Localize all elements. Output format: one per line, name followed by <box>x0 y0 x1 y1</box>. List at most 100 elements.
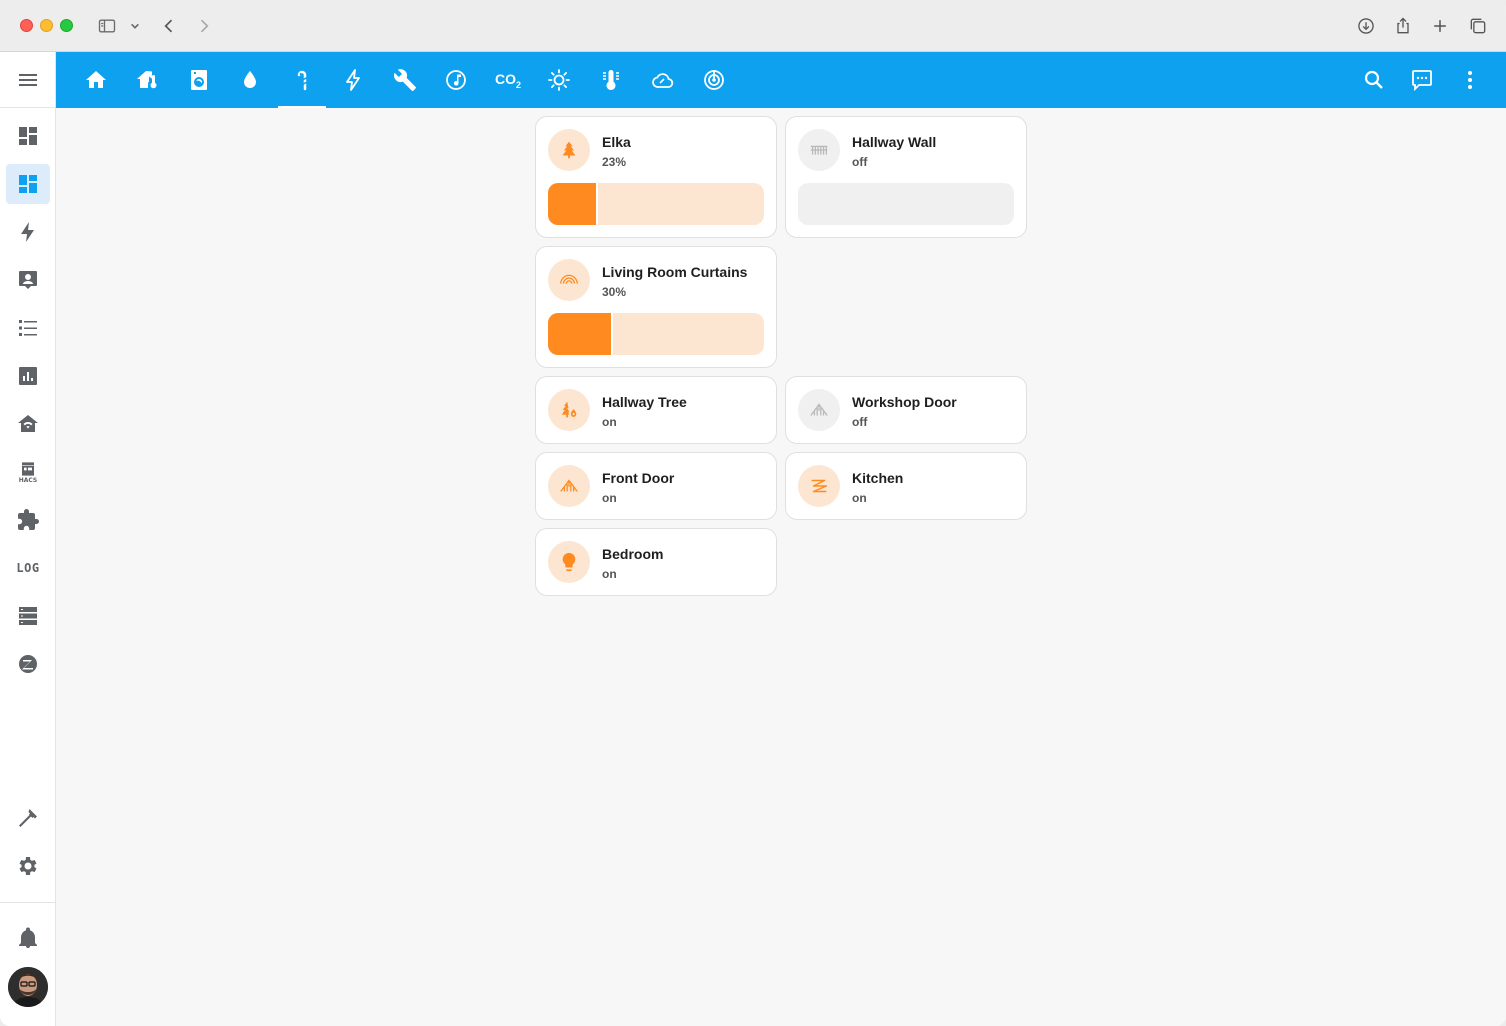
music-icon <box>446 70 466 90</box>
tab-home[interactable] <box>72 52 120 108</box>
position-slider[interactable] <box>548 313 764 355</box>
pine-tree-icon <box>562 141 576 159</box>
tile-icon-button[interactable] <box>548 129 590 171</box>
tile-icon-button[interactable] <box>548 465 590 507</box>
sidebar-item-overview[interactable] <box>6 116 50 156</box>
hacs-icon <box>22 461 34 476</box>
lightning-icon <box>346 69 360 91</box>
menu-icon <box>18 73 37 86</box>
tab-presence[interactable] <box>690 52 738 108</box>
tab-co2[interactable]: CO2 <box>484 52 532 108</box>
map-icon <box>19 271 37 289</box>
tile-card-front-door[interactable]: Front Door on <box>535 452 777 520</box>
tile-name: Bedroom <box>602 546 664 562</box>
browser-window: HACS LOG CO2 Elka 23% Hallway Wall off L… <box>0 0 1506 1026</box>
hacs-label: HACS <box>18 476 38 484</box>
tile-icon-button[interactable] <box>548 259 590 301</box>
tile-card-living-room-curtains[interactable]: Living Room Curtains 30% <box>535 246 777 368</box>
developer-tools-icon <box>19 809 37 827</box>
puzzle-icon <box>18 509 39 530</box>
back-icon[interactable] <box>157 14 181 38</box>
chevron-down-icon[interactable] <box>125 14 145 38</box>
dots-vertical-icon <box>1468 71 1472 89</box>
tab-water[interactable] <box>226 52 274 108</box>
tile-card-hallway-tree[interactable]: Hallway Tree on <box>535 376 777 444</box>
tile-card-workshop-door[interactable]: Workshop Door off <box>785 376 1027 444</box>
tab-light[interactable] <box>535 52 583 108</box>
home-icon <box>86 71 106 88</box>
sun-icon <box>548 69 570 91</box>
sidebar-item-integrations[interactable] <box>6 500 50 540</box>
string-lights-icon <box>810 145 828 155</box>
assist-icon <box>1412 70 1432 92</box>
tile-name: Front Door <box>602 470 675 486</box>
energy-icon <box>21 222 34 242</box>
icicle-lights-icon <box>810 403 828 416</box>
minimize-window-button[interactable] <box>40 19 53 32</box>
sidebar-item-dashboard[interactable] <box>6 164 50 204</box>
tile-state: off <box>852 155 868 169</box>
new-tab-icon[interactable] <box>1428 14 1452 38</box>
tile-name: Hallway Wall <box>852 134 937 150</box>
tile-icon-button[interactable] <box>798 389 840 431</box>
sidebar-item-notifications[interactable] <box>6 918 50 958</box>
tile-state: on <box>852 491 867 505</box>
tile-icon-button[interactable] <box>798 129 840 171</box>
zigbee-icon <box>19 655 37 673</box>
tab-christmas[interactable] <box>278 52 326 108</box>
thermometer-icon <box>603 70 619 91</box>
sidebar-divider <box>0 902 55 903</box>
tile-card-elka[interactable]: Elka 23% <box>535 116 777 238</box>
history-icon <box>19 367 37 385</box>
tab-climate[interactable] <box>123 52 171 108</box>
tab-maintenance[interactable] <box>381 52 429 108</box>
tab-media[interactable] <box>432 52 480 108</box>
zoom-window-button[interactable] <box>60 19 73 32</box>
dashboard-icon <box>19 175 37 193</box>
more-options-button[interactable] <box>1454 64 1486 96</box>
share-icon[interactable] <box>1391 14 1415 38</box>
tile-icon-button[interactable] <box>798 465 840 507</box>
tab-weather[interactable] <box>638 52 686 108</box>
tile-state: 23% <box>602 155 627 169</box>
tab-laundry[interactable] <box>175 52 223 108</box>
close-window-button[interactable] <box>20 19 33 32</box>
brightness-slider[interactable] <box>548 183 764 225</box>
icicle-lights-icon <box>560 479 578 492</box>
sidebar-item-settings[interactable] <box>6 846 50 886</box>
assist-button[interactable] <box>1406 64 1438 96</box>
sidebar-item-logbook[interactable] <box>6 308 50 348</box>
tab-energy[interactable] <box>329 52 377 108</box>
search-button[interactable] <box>1358 64 1390 96</box>
water-icon <box>244 71 256 88</box>
download-icon[interactable] <box>1354 14 1378 38</box>
avatar[interactable] <box>8 967 48 1007</box>
browser-toolbar <box>0 0 1506 52</box>
tile-state: 30% <box>602 285 627 299</box>
tile-card-bedroom[interactable]: Bedroom on <box>535 528 777 596</box>
brightness-slider[interactable] <box>798 183 1014 225</box>
view-toolbar: CO2 <box>56 52 1506 108</box>
tile-icon-button[interactable] <box>548 389 590 431</box>
tile-card-kitchen[interactable]: Kitchen on <box>785 452 1027 520</box>
tile-icon-button[interactable] <box>548 541 590 583</box>
sidebar-item-log[interactable]: LOG <box>6 548 50 588</box>
sidebar-item-zigbee[interactable] <box>6 644 50 684</box>
slider-fill <box>548 313 613 355</box>
tree-fire-icon <box>561 401 577 418</box>
tab-temperature[interactable] <box>587 52 635 108</box>
sidebar-item-hacs[interactable]: HACS <box>6 452 50 492</box>
sidebar-item-home-wifi[interactable] <box>6 404 50 444</box>
tile-card-hallway-wall[interactable]: Hallway Wall off <box>785 116 1027 238</box>
dashboard-icon <box>19 127 37 145</box>
sidebar-item-history[interactable] <box>6 356 50 396</box>
cloud-icon <box>652 73 674 88</box>
menu-button[interactable] <box>0 52 55 108</box>
sidebar-toggle-icon[interactable] <box>95 14 119 38</box>
sidebar-item-developer-tools[interactable] <box>6 798 50 838</box>
sidebar-item-energy[interactable] <box>6 212 50 252</box>
sidebar-item-server[interactable] <box>6 596 50 636</box>
forward-icon[interactable] <box>192 14 216 38</box>
sidebar-item-map[interactable] <box>6 260 50 300</box>
tabs-overview-icon[interactable] <box>1466 14 1490 38</box>
